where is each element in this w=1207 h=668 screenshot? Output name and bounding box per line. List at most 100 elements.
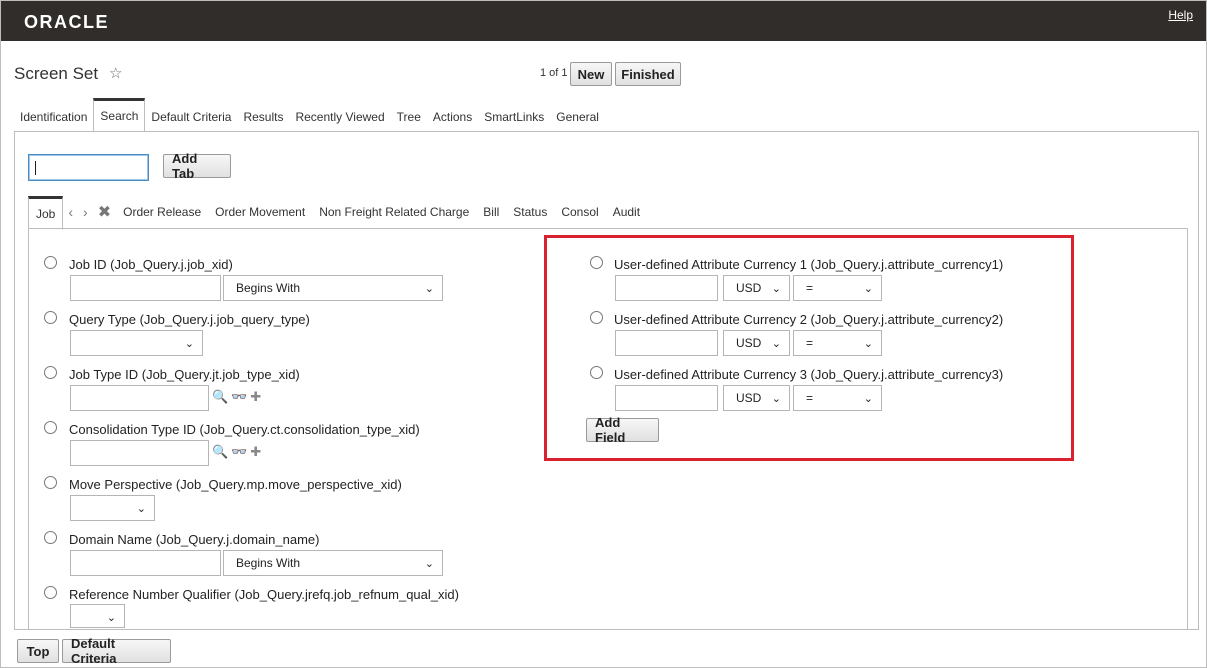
attribute-currency-1-operator-select[interactable]: = ⌄ xyxy=(793,275,882,301)
consolidation-type-id-icons: 🔍 👓 ✚ xyxy=(212,444,261,460)
field-label-attribute-currency-2: User-defined Attribute Currency 2 (Job_Q… xyxy=(614,312,1004,327)
field-radio-job-type-id[interactable] xyxy=(44,366,57,379)
page-title: Screen Set xyxy=(14,64,99,83)
field-label-move-perspective: Move Perspective (Job_Query.mp.move_pers… xyxy=(69,477,402,492)
currency-value: USD xyxy=(736,281,762,295)
tab-actions[interactable]: Actions xyxy=(427,103,478,131)
favorite-star-icon[interactable]: ☆ xyxy=(109,64,122,82)
tab-identification[interactable]: Identification xyxy=(14,103,93,131)
inner-tab-order-movement[interactable]: Order Movement xyxy=(208,205,312,219)
chevron-down-icon: ⌄ xyxy=(771,393,781,405)
tab-smartlinks[interactable]: SmartLinks xyxy=(478,103,550,131)
field-label-job-id: Job ID (Job_Query.j.job_xid) xyxy=(69,257,233,272)
inner-tab-order-release[interactable]: Order Release xyxy=(116,205,208,219)
job-id-operator-value: Begins With xyxy=(236,281,301,295)
help-link[interactable]: Help xyxy=(1168,8,1193,22)
job-id-operator-select[interactable]: Begins With ⌄ xyxy=(223,275,443,301)
attribute-currency-3-input[interactable] xyxy=(615,385,718,411)
chevron-left-icon[interactable]: ‹ xyxy=(63,204,78,220)
inner-tab-job[interactable]: Job xyxy=(28,195,64,230)
job-type-id-input[interactable] xyxy=(70,385,209,411)
tab-tree[interactable]: Tree xyxy=(391,103,427,131)
field-radio-query-type[interactable] xyxy=(44,311,57,324)
chevron-down-icon: ⌄ xyxy=(106,612,116,624)
field-radio-attribute-currency-1[interactable] xyxy=(590,256,603,269)
query-tabs: Job ‹ › ✖ Order Release Order Movement N… xyxy=(28,195,647,230)
domain-name-input[interactable] xyxy=(70,550,221,576)
tab-recently-viewed[interactable]: Recently Viewed xyxy=(289,103,390,131)
inner-tab-consol[interactable]: Consol xyxy=(554,205,605,219)
tab-default-criteria[interactable]: Default Criteria xyxy=(145,103,237,131)
attribute-currency-2-input[interactable] xyxy=(615,330,718,356)
tab-name-input[interactable] xyxy=(28,154,149,181)
chevron-down-icon: ⌄ xyxy=(424,283,434,295)
chevron-down-icon: ⌄ xyxy=(863,393,873,405)
search-icon[interactable]: 🔍 xyxy=(212,444,228,460)
job-type-id-icons: 🔍 👓 ✚ xyxy=(212,389,261,405)
chevron-down-icon: ⌄ xyxy=(184,338,194,350)
query-type-select[interactable]: ⌄ xyxy=(70,330,203,356)
text-caret xyxy=(35,161,36,175)
field-radio-domain-name[interactable] xyxy=(44,531,57,544)
currency-value: USD xyxy=(736,336,762,350)
pager-text: 1 of 1 xyxy=(540,67,568,79)
move-perspective-select[interactable]: ⌄ xyxy=(70,495,155,521)
chevron-down-icon: ⌄ xyxy=(771,283,781,295)
operator-value: = xyxy=(806,391,814,405)
field-label-reference-number-qualifier: Reference Number Qualifier (Job_Query.jr… xyxy=(69,587,459,602)
new-button[interactable]: New xyxy=(570,62,612,86)
field-radio-consolidation-type-id[interactable] xyxy=(44,421,57,434)
glasses-icon[interactable]: 👓 xyxy=(231,444,247,460)
inner-tab-status[interactable]: Status xyxy=(506,205,554,219)
delete-tab-icon[interactable]: ✖ xyxy=(93,202,116,222)
add-field-button[interactable]: Add Field xyxy=(586,415,659,445)
plus-icon[interactable]: ✚ xyxy=(250,444,261,460)
currency-value: USD xyxy=(736,391,762,405)
chevron-down-icon: ⌄ xyxy=(771,338,781,350)
operator-value: = xyxy=(806,281,814,295)
field-radio-move-perspective[interactable] xyxy=(44,476,57,489)
chevron-down-icon: ⌄ xyxy=(136,503,146,515)
field-radio-attribute-currency-2[interactable] xyxy=(590,311,603,324)
main-tabs: Identification Search Default Criteria R… xyxy=(14,97,605,132)
tab-general[interactable]: General xyxy=(550,103,605,131)
inner-tab-audit[interactable]: Audit xyxy=(606,205,647,219)
operator-value: = xyxy=(806,336,814,350)
finished-button[interactable]: Finished xyxy=(615,62,681,86)
field-radio-job-id[interactable] xyxy=(44,256,57,269)
attribute-currency-2-operator-select[interactable]: = ⌄ xyxy=(793,330,882,356)
domain-name-operator-select[interactable]: Begins With ⌄ xyxy=(223,550,443,576)
job-id-input[interactable] xyxy=(70,275,221,301)
attribute-currency-3-operator-select[interactable]: = ⌄ xyxy=(793,385,882,411)
field-label-consolidation-type-id: Consolidation Type ID (Job_Query.ct.cons… xyxy=(69,422,420,437)
field-label-attribute-currency-1: User-defined Attribute Currency 1 (Job_Q… xyxy=(614,257,1004,272)
field-label-query-type: Query Type (Job_Query.j.job_query_type) xyxy=(69,312,310,327)
chevron-down-icon: ⌄ xyxy=(863,338,873,350)
chevron-right-icon[interactable]: › xyxy=(78,204,93,220)
chevron-down-icon: ⌄ xyxy=(863,283,873,295)
reference-number-qualifier-select[interactable]: ⌄ xyxy=(70,604,125,628)
top-button[interactable]: Top xyxy=(17,639,59,663)
attribute-currency-3-currency-select[interactable]: USD ⌄ xyxy=(723,385,790,411)
oracle-logo: ORACLE xyxy=(24,12,109,32)
plus-icon[interactable]: ✚ xyxy=(250,389,261,405)
field-label-attribute-currency-3: User-defined Attribute Currency 3 (Job_Q… xyxy=(614,367,1004,382)
field-label-job-type-id: Job Type ID (Job_Query.jt.job_type_xid) xyxy=(69,367,300,382)
attribute-currency-1-currency-select[interactable]: USD ⌄ xyxy=(723,275,790,301)
field-radio-reference-number-qualifier[interactable] xyxy=(44,586,57,599)
default-criteria-button[interactable]: Default Criteria xyxy=(62,636,171,666)
add-tab-button[interactable]: Add Tab xyxy=(163,151,231,181)
domain-name-operator-value: Begins With xyxy=(236,556,301,570)
tab-results[interactable]: Results xyxy=(237,103,289,131)
top-banner: ORACLE Help xyxy=(1,1,1206,41)
field-radio-attribute-currency-3[interactable] xyxy=(590,366,603,379)
inner-tab-non-freight-related-charge[interactable]: Non Freight Related Charge xyxy=(312,205,476,219)
tab-search[interactable]: Search xyxy=(93,98,146,132)
chevron-down-icon: ⌄ xyxy=(424,558,434,570)
glasses-icon[interactable]: 👓 xyxy=(231,389,247,405)
inner-tab-bill[interactable]: Bill xyxy=(476,205,506,219)
consolidation-type-id-input[interactable] xyxy=(70,440,209,466)
attribute-currency-2-currency-select[interactable]: USD ⌄ xyxy=(723,330,790,356)
search-icon[interactable]: 🔍 xyxy=(212,389,228,405)
attribute-currency-1-input[interactable] xyxy=(615,275,718,301)
